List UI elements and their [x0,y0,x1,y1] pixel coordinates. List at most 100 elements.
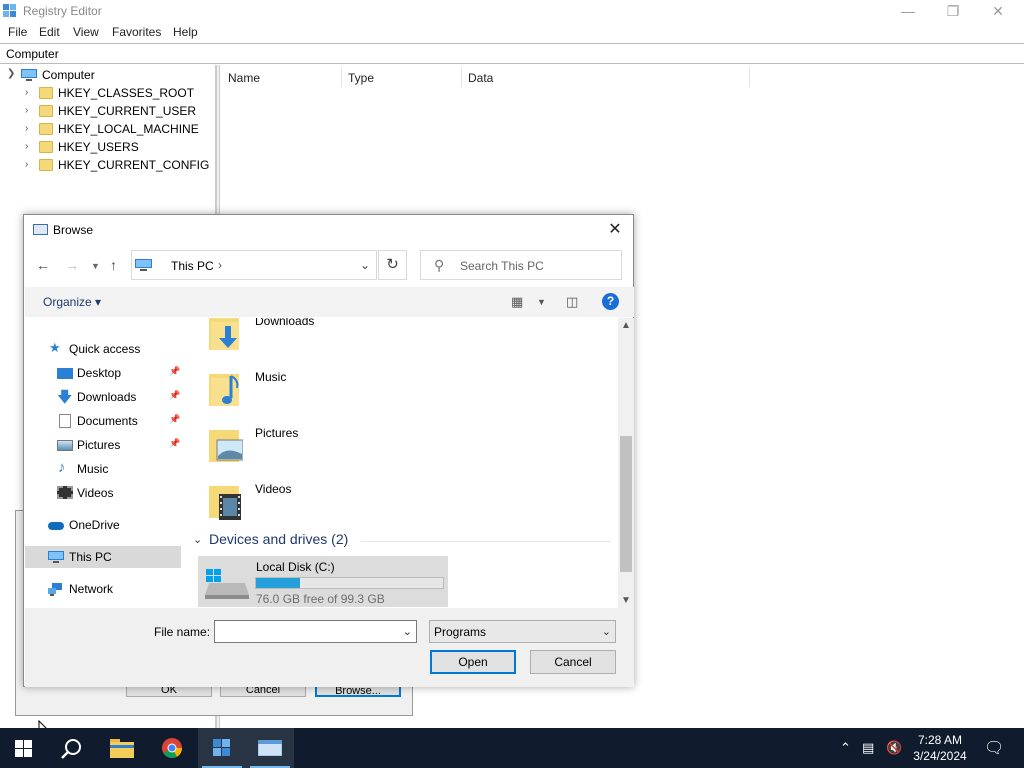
folder-downloads[interactable]: Downloads [209,318,409,362]
pin-icon[interactable]: 📌 [169,390,180,401]
search-input[interactable]: ⚲ Search This PC [420,250,622,280]
close-icon[interactable]: ✕ [605,219,625,239]
tree-node-hklm[interactable]: › HKEY_LOCAL_MACHINE [0,120,214,138]
chevron-down-icon[interactable]: ⌄ [193,533,202,546]
browse-dialog-taskbar-button[interactable] [246,728,294,768]
column-data[interactable]: Data [468,71,493,85]
view-options-icon[interactable]: ▦ [511,294,523,310]
file-type-select[interactable]: Programs ⌄ [429,620,616,643]
nav-music[interactable]: ♪ Music [25,458,181,480]
volume-muted-icon[interactable]: 🔇 [886,740,902,756]
column-divider[interactable] [461,67,462,87]
chevron-right-icon[interactable]: › [25,159,28,170]
drive-usage-bar [255,577,444,589]
title-bar[interactable]: Registry Editor — ❐ ✕ [0,0,1024,22]
folder-pictures[interactable]: Pictures [209,422,409,474]
tree-node-computer[interactable]: ❯ Computer [0,66,214,84]
chevron-right-icon[interactable]: › [25,87,28,98]
chevron-down-icon[interactable]: ⌄ [602,625,611,638]
chevron-down-icon[interactable]: ⌄ [403,625,412,638]
view-dropdown-icon[interactable]: ▼ [537,297,546,307]
drive-free-space: 76.0 GB free of 99.3 GB [256,592,385,606]
nav-quick-access[interactable]: ★ Quick access [25,338,181,360]
folder-videos[interactable]: Videos [209,478,409,530]
clock[interactable]: 7:28 AM 3/24/2024 [904,732,976,764]
tree-label: Computer [42,68,95,82]
menu-view[interactable]: View [73,25,99,39]
breadcrumb-this-pc[interactable]: This PC [171,259,214,273]
file-explorer-button[interactable] [98,728,146,768]
tree-node-hkcr[interactable]: › HKEY_CLASSES_ROOT [0,84,214,102]
address-dropdown-icon[interactable]: ⌄ [360,258,370,272]
maximize-button[interactable]: ❐ [938,2,968,20]
menu-file[interactable]: File [8,25,27,39]
nav-downloads[interactable]: 🡇 Downloads 📌 [25,386,181,408]
devices-group-header[interactable]: ⌄ Devices and drives (2) [191,531,611,551]
tree-node-hkcu[interactable]: › HKEY_CURRENT_USER [0,102,214,120]
group-header-label: Devices and drives (2) [209,531,349,547]
this-pc-icon [135,259,152,271]
breadcrumb-chevron-icon[interactable]: › [218,258,222,272]
folder-icon [39,105,53,117]
chevron-down-icon[interactable]: ❯ [7,68,15,79]
nav-videos[interactable]: Videos [25,482,181,504]
address-bar[interactable]: Computer [0,43,1024,64]
column-type[interactable]: Type [348,71,374,85]
menu-favorites[interactable]: Favorites [112,25,161,39]
help-icon[interactable]: ? [602,293,619,310]
column-divider[interactable] [341,67,342,87]
tray-overflow-chevron-icon[interactable]: ⌃ [840,740,851,756]
pin-icon[interactable]: 📌 [169,366,180,377]
nav-documents[interactable]: Documents 📌 [25,410,181,432]
scroll-down-icon[interactable]: ▼ [621,595,631,606]
chrome-button[interactable] [148,728,196,768]
folder-music[interactable]: Music [209,366,409,418]
drive-local-disk-c[interactable]: Local Disk (C:) 76.0 GB free of 99.3 GB [198,556,448,607]
registry-editor-taskbar-button[interactable] [198,728,246,768]
up-arrow-icon[interactable]: ↑ [110,257,117,273]
cancel-button[interactable]: Cancel [530,650,616,674]
tree-node-hku[interactable]: › HKEY_USERS [0,138,214,156]
back-arrow-icon[interactable]: ← [36,257,50,273]
minimize-button[interactable]: — [893,2,923,20]
start-button[interactable] [0,728,48,768]
column-name[interactable]: Name [228,71,260,85]
preview-pane-icon[interactable]: ◫ [566,294,578,310]
refresh-icon[interactable]: ↻ [378,250,407,280]
nav-pictures[interactable]: Pictures 📌 [25,434,181,456]
chevron-right-icon[interactable]: › [25,141,28,152]
pin-icon[interactable]: 📌 [169,438,180,449]
network-icon [48,583,62,596]
chevron-right-icon[interactable]: › [25,105,28,116]
file-name-input[interactable]: ⌄ [214,620,417,643]
network-status-icon[interactable]: ▤ [862,740,874,756]
menu-edit[interactable]: Edit [39,25,60,39]
search-button[interactable] [48,728,96,768]
folder-label: Videos [255,482,292,496]
nav-network[interactable]: Network [25,578,181,600]
group-divider [361,541,611,542]
nav-desktop[interactable]: Desktop 📌 [25,362,181,384]
folder-label: Downloads [255,318,315,328]
nav-onedrive[interactable]: OneDrive [25,514,181,536]
computer-icon [21,69,37,81]
nav-this-pc[interactable]: This PC [25,546,181,568]
recent-locations-chevron-icon[interactable]: ▼ [91,261,100,271]
scroll-thumb[interactable] [620,436,632,572]
vertical-scrollbar[interactable]: ▲ ▼ [618,318,634,608]
open-button[interactable]: Open [430,650,516,674]
desktop-icon [57,368,73,379]
menu-help[interactable]: Help [173,25,198,39]
tree-node-hkcc[interactable]: › HKEY_CURRENT_CONFIG [0,156,214,174]
registry-app-icon [3,4,16,17]
close-button[interactable]: ✕ [983,2,1013,20]
organize-menu[interactable]: Organize ▾ [43,295,101,309]
scroll-up-icon[interactable]: ▲ [621,320,631,331]
breadcrumb-address-bar[interactable]: This PC › ⌄ [131,250,377,280]
pin-icon[interactable]: 📌 [169,414,180,425]
dialog-icon [33,224,48,235]
column-divider[interactable] [749,67,750,87]
chevron-right-icon[interactable]: › [25,123,28,134]
forward-arrow-icon[interactable]: → [65,257,79,273]
notifications-icon[interactable]: 🗨 [984,738,1004,758]
